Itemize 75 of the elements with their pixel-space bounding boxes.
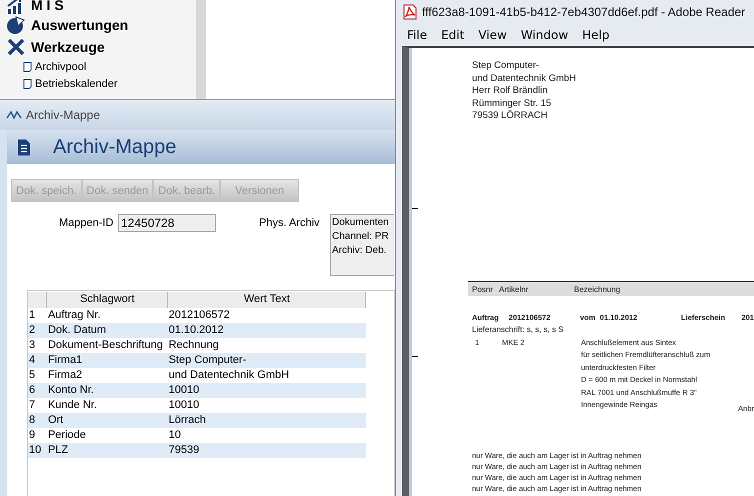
table-cell-text: Periode bbox=[46, 428, 87, 443]
nav-item[interactable]: M I S bbox=[6, 0, 196, 14]
table-cell-text: Rechnung bbox=[168, 338, 220, 353]
nav-item[interactable]: Betriebskalender bbox=[6, 75, 196, 92]
address-line: 79539 LÖRRACH bbox=[472, 110, 549, 122]
table-row[interactable]: 7 Kunde Nr. 10010 bbox=[28, 398, 366, 413]
nav-item[interactable]: Werkzeuge bbox=[6, 36, 196, 58]
column-label: Posnr bbox=[472, 284, 494, 296]
table-row[interactable]: 5 Firma2 und Datentechnik GmbH bbox=[28, 368, 366, 383]
column-header[interactable]: Wert Text bbox=[168, 292, 366, 308]
field-label: Mappen-ID bbox=[59, 217, 114, 229]
column-label: Artikelnr bbox=[499, 284, 530, 296]
table-row[interactable]: 2 Dok. Datum 01.10.2012 bbox=[28, 323, 366, 338]
table-row[interactable]: 10 PLZ 79539 bbox=[28, 443, 366, 458]
table-cell-text: Ort bbox=[46, 413, 64, 428]
table-cell-text: 9 bbox=[28, 428, 36, 443]
table-cell-text: 7 bbox=[28, 398, 36, 413]
document-icon bbox=[23, 60, 32, 72]
nav-item[interactable]: Auswertungen bbox=[6, 14, 196, 36]
address-line: Herr Rolf Brändlin bbox=[472, 85, 548, 98]
table-cell-text: Step Computer- bbox=[168, 353, 248, 368]
table-cell-text: 6 bbox=[28, 383, 36, 398]
window-title: Archiv-Mappe bbox=[26, 108, 100, 122]
table-row[interactable]: 8 Ort Lörrach bbox=[28, 413, 366, 428]
text-area[interactable]: Dokumenten Channel: PR Archiv: Deb. bbox=[330, 214, 394, 276]
doc-text: Lieferanschrift: s, s, s, s S bbox=[472, 324, 565, 334]
table-cell-text: Firma2 bbox=[46, 368, 84, 383]
table-cell-text: 10010 bbox=[168, 398, 200, 413]
table-cell-text: Dokument-Beschriftung bbox=[46, 338, 164, 353]
column-label: Bezeichnung bbox=[574, 284, 620, 296]
pie-chart-icon bbox=[6, 15, 26, 35]
table-row[interactable]: 1 Auftrag Nr. 2012106572 bbox=[28, 308, 366, 323]
table-cell-text: 1 bbox=[28, 308, 36, 323]
table-cell-text: 2 bbox=[28, 323, 36, 338]
window-title: fff623a8-1091-41b5-b412-7eb4307dd6ef.pdf - Adobe Reader bbox=[422, 5, 746, 19]
field-label: Phys. Archiv bbox=[259, 217, 320, 229]
table-cell-text: 10 bbox=[28, 443, 42, 458]
table-cell-text: 2012106572 bbox=[168, 308, 231, 323]
table-row[interactable]: 6 Konto Nr. 10010 bbox=[28, 383, 366, 398]
menu-item[interactable]: File bbox=[407, 28, 428, 42]
menu-item[interactable]: Edit bbox=[441, 28, 464, 42]
table-row[interactable]: 3 Dokument-Beschriftung Rechnung bbox=[28, 338, 366, 353]
table-cell-text: Firma1 bbox=[46, 353, 84, 368]
input-field[interactable]: 12450728 bbox=[118, 214, 216, 232]
nav-item[interactable]: Archivpool bbox=[6, 58, 196, 75]
column-header[interactable]: Schlagwort bbox=[46, 292, 168, 308]
table-row[interactable]: 4 Firma1 Step Computer- bbox=[28, 353, 366, 368]
table-cell-text: Lörrach bbox=[168, 413, 207, 428]
menu-item[interactable]: Help bbox=[582, 28, 610, 42]
table-row[interactable]: 9 Periode 10 bbox=[28, 428, 366, 443]
table-cell-text: 01.10.2012 bbox=[168, 323, 225, 338]
table-cell-text: und Datentechnik GmbH bbox=[168, 368, 290, 383]
document-icon bbox=[17, 138, 31, 156]
table-cell-text: Dok. Datum bbox=[46, 323, 108, 338]
table-cell-text: 4 bbox=[28, 353, 36, 368]
menu-item[interactable]: View bbox=[478, 28, 507, 42]
address-line: Step Computer- bbox=[472, 60, 540, 72]
table-cell-text: 5 bbox=[28, 368, 36, 383]
tools-icon bbox=[6, 37, 26, 57]
table-cell-text: 3 bbox=[28, 338, 36, 353]
menu-item[interactable]: Window bbox=[520, 28, 568, 42]
address-line: und Datentechnik GmbH bbox=[472, 72, 578, 85]
table-cell-text: PLZ bbox=[46, 443, 70, 458]
table-cell-text: Konto Nr. bbox=[46, 383, 95, 398]
document-icon bbox=[23, 78, 32, 90]
table-cell-text: Auftrag Nr. bbox=[46, 308, 102, 323]
table-cell-text: Kunde Nr. bbox=[46, 398, 98, 413]
page-heading: Archiv-Mappe bbox=[53, 136, 176, 158]
pdf-icon bbox=[402, 4, 418, 20]
wave-icon bbox=[6, 110, 22, 120]
address-line: Rümminger Str. 15 bbox=[472, 98, 552, 110]
table-cell-text: 79539 bbox=[168, 443, 200, 458]
table-cell-text: 10 bbox=[168, 428, 182, 443]
table-cell-text: 8 bbox=[28, 413, 36, 428]
table-cell-text: 10010 bbox=[168, 383, 200, 398]
